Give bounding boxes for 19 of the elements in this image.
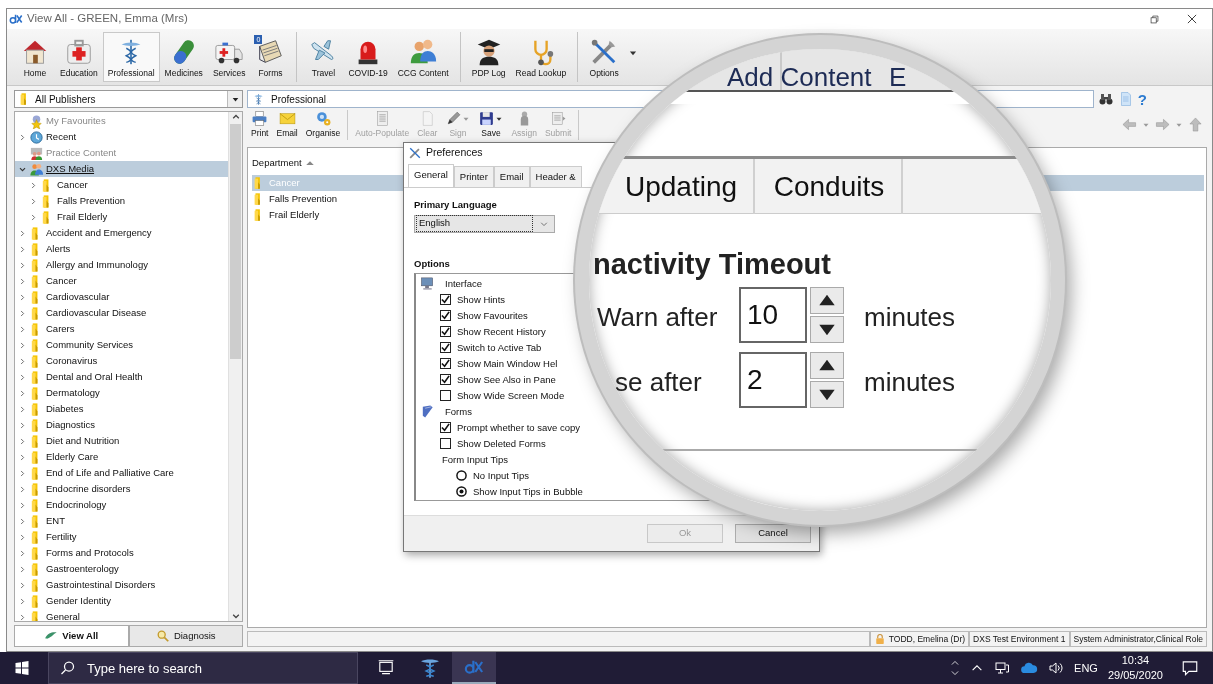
status-pane: System Administrator,Clinical Role: [1069, 631, 1207, 647]
magnified-number-field: 2: [739, 352, 807, 408]
group-heading: Interface: [445, 276, 482, 291]
option-label: Form Input Tips: [442, 452, 508, 467]
status-pane: DXS Test Environment 1: [969, 631, 1070, 647]
magnified-label: Warn after: [597, 301, 718, 334]
magnified-toolbar-label: Add Content: [727, 61, 872, 94]
section-label: Options: [414, 256, 450, 271]
magnified-toolbar-label: E: [889, 61, 907, 94]
status-pane: TODD, Emelina (Dr): [869, 631, 970, 647]
group-heading: Forms: [445, 404, 472, 419]
magnified-heading: nactivity Timeout: [593, 247, 831, 282]
dialog-title: Preferences: [426, 145, 483, 161]
field-label: Primary Language: [414, 198, 497, 213]
magnified-label: se after: [615, 366, 702, 399]
magnified-unit-label: minutes: [864, 301, 956, 334]
window-title: View All - GREEN, Emma (Mrs): [27, 11, 188, 27]
magnified-unit-label: minutes: [864, 366, 956, 399]
magnified-number-field: 10: [739, 287, 807, 343]
